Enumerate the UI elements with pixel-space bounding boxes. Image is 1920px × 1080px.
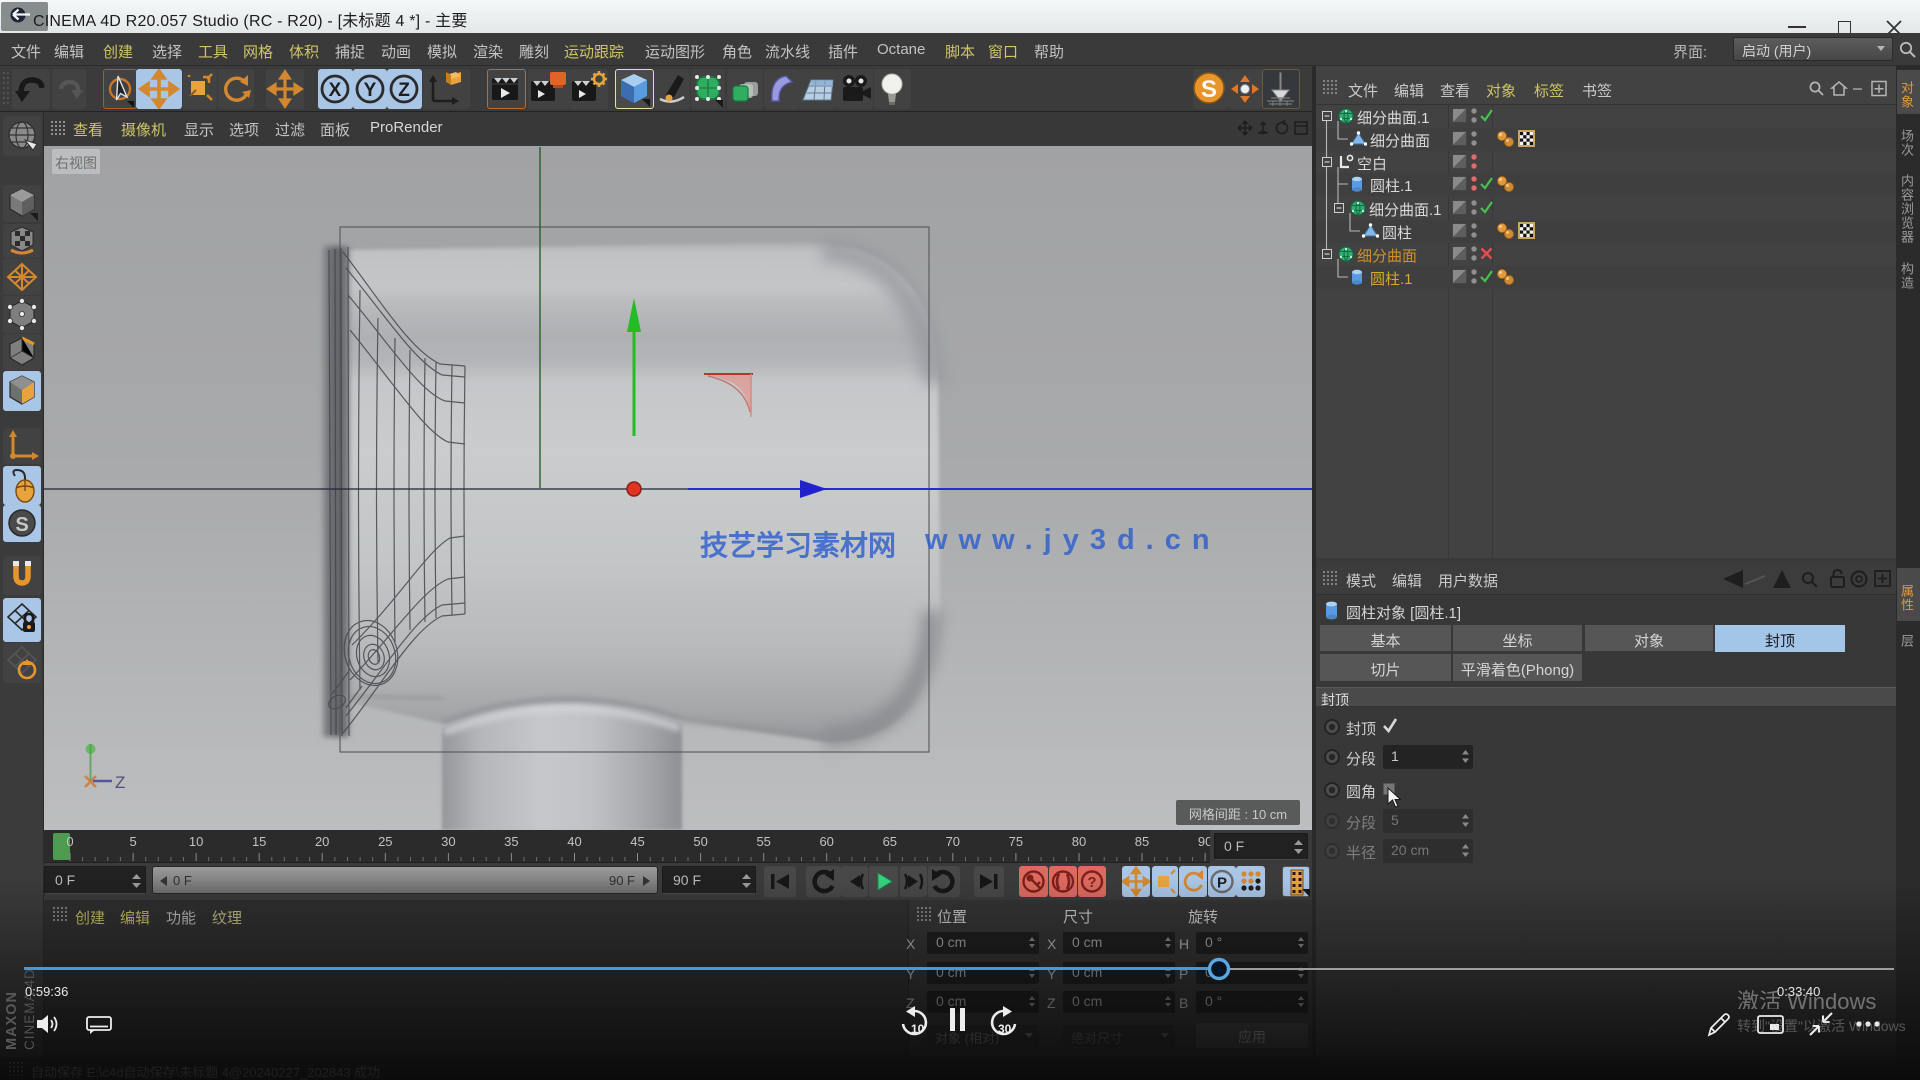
svg-text:X: X	[329, 80, 342, 101]
svg-text:60: 60	[819, 834, 833, 849]
svg-text:Z: Z	[398, 80, 410, 101]
svg-text:80: 80	[1072, 834, 1086, 849]
svg-text:65: 65	[883, 834, 897, 849]
svg-text:30: 30	[441, 834, 455, 849]
svg-text:Z: Z	[115, 773, 125, 792]
svg-text:70: 70	[946, 834, 960, 849]
svg-text:45: 45	[630, 834, 644, 849]
svg-text:Y: Y	[364, 80, 377, 101]
svg-text:0: 0	[66, 834, 73, 849]
svg-text:20: 20	[315, 834, 329, 849]
svg-text:35: 35	[504, 834, 518, 849]
svg-text:S: S	[1201, 76, 1217, 103]
svg-text:55: 55	[756, 834, 770, 849]
svg-text:30: 30	[998, 1022, 1012, 1036]
svg-text:40: 40	[567, 834, 581, 849]
svg-text:5: 5	[129, 834, 136, 849]
svg-text:P: P	[1217, 875, 1227, 892]
svg-text:15: 15	[252, 834, 266, 849]
svg-text:10: 10	[189, 834, 203, 849]
svg-text:25: 25	[378, 834, 392, 849]
svg-text:10: 10	[911, 1022, 925, 1036]
svg-text:50: 50	[693, 834, 707, 849]
svg-text:85: 85	[1135, 834, 1149, 849]
svg-text:?: ?	[1087, 874, 1096, 891]
svg-text:S: S	[15, 514, 28, 536]
svg-text:90: 90	[1198, 834, 1210, 849]
svg-text:75: 75	[1009, 834, 1023, 849]
